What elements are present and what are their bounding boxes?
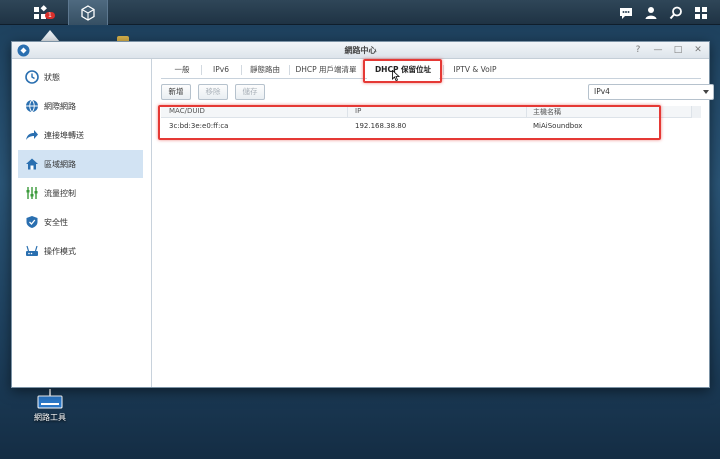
sidebar-item-label: 流量控制: [44, 188, 76, 198]
sidebar-item-label: 安全性: [44, 217, 68, 227]
sidebar-item-label: 網際網路: [44, 101, 76, 111]
ip-version-select[interactable]: IPv4: [588, 84, 714, 100]
network-center-window: 網路中心 ? — □ ✕ 狀態 網際網路 連接埠轉送 區域網路 流量控制 安全性…: [11, 41, 714, 388]
network-tool-label: 網路工具: [34, 413, 66, 422]
header-scroll-spacer: [691, 106, 701, 118]
tab-general[interactable]: 一般: [167, 61, 197, 79]
taskbar: 1: [0, 0, 720, 25]
router-icon: [24, 244, 39, 259]
cube-icon: [81, 4, 95, 21]
sidebar-item-label: 連接埠轉送: [44, 130, 84, 140]
user-icon[interactable]: [642, 4, 659, 21]
sidebar-item-local-network[interactable]: 區域網路: [18, 150, 143, 178]
table-highlight-box: [158, 105, 661, 140]
tab-static-route[interactable]: 靜態路由: [245, 61, 285, 79]
arrow-forward-icon: [24, 128, 39, 143]
save-button[interactable]: 儲存: [235, 84, 265, 100]
maximize-button[interactable]: □: [672, 44, 684, 56]
chat-icon[interactable]: [617, 4, 634, 21]
network-tool-icon: [34, 388, 66, 410]
sidebar-item-traffic-control[interactable]: 流量控制: [18, 179, 143, 207]
sidebar-item-port-forwarding[interactable]: 連接埠轉送: [18, 121, 143, 149]
toolbar: 新增 移除 儲存 IPv4: [161, 84, 714, 100]
desktop-network-tool[interactable]: 網路工具: [30, 388, 70, 423]
network-center-taskbar-button[interactable]: [68, 0, 108, 25]
tab-separator: [289, 65, 290, 75]
tab-separator: [201, 65, 202, 75]
close-button[interactable]: ✕: [692, 44, 704, 56]
search-icon[interactable]: [667, 4, 684, 21]
ip-version-value: IPv4: [594, 87, 610, 96]
mouse-cursor-icon: [392, 70, 400, 81]
chevron-down-icon: [703, 90, 709, 94]
tab-highlight-box: [363, 59, 442, 83]
help-button[interactable]: ?: [632, 44, 644, 56]
sliders-icon: [24, 186, 39, 201]
sidebar: 狀態 網際網路 連接埠轉送 區域網路 流量控制 安全性 操作模式: [12, 59, 152, 387]
home-network-icon: [24, 157, 39, 172]
shield-icon: [24, 215, 39, 230]
notification-badge: 1: [45, 12, 55, 19]
tab-iptv-voip[interactable]: IPTV & VoIP: [447, 61, 503, 79]
window-title: 網路中心: [344, 46, 377, 55]
tab-separator: [443, 65, 444, 75]
sidebar-item-security[interactable]: 安全性: [18, 208, 143, 236]
sidebar-item-label: 狀態: [44, 72, 60, 82]
globe-icon: [24, 99, 39, 114]
remove-button[interactable]: 移除: [198, 84, 228, 100]
sidebar-item-operation-mode[interactable]: 操作模式: [18, 237, 143, 265]
tab-dhcp-client-list[interactable]: DHCP 用戶端清單: [293, 61, 359, 79]
widgets-icon[interactable]: [692, 4, 709, 21]
sidebar-item-label: 操作模式: [44, 246, 76, 256]
tab-ipv6[interactable]: IPv6: [205, 61, 237, 79]
clock-icon: [24, 70, 39, 85]
main-content: 一般 IPv6 靜態路由 DHCP 用戶端清單 DHCP 保留位址 IPTV &…: [153, 59, 714, 387]
desktop-icon-partial: [38, 28, 62, 42]
sidebar-item-internet[interactable]: 網際網路: [18, 92, 143, 120]
window-titlebar[interactable]: 網路中心 ? — □ ✕: [12, 42, 709, 59]
sidebar-item-label: 區域網路: [44, 159, 76, 169]
sidebar-item-status[interactable]: 狀態: [18, 63, 143, 91]
main-menu-button[interactable]: 1: [19, 0, 61, 25]
add-button[interactable]: 新增: [161, 84, 191, 100]
minimize-button[interactable]: —: [652, 44, 664, 56]
tab-separator: [241, 65, 242, 75]
